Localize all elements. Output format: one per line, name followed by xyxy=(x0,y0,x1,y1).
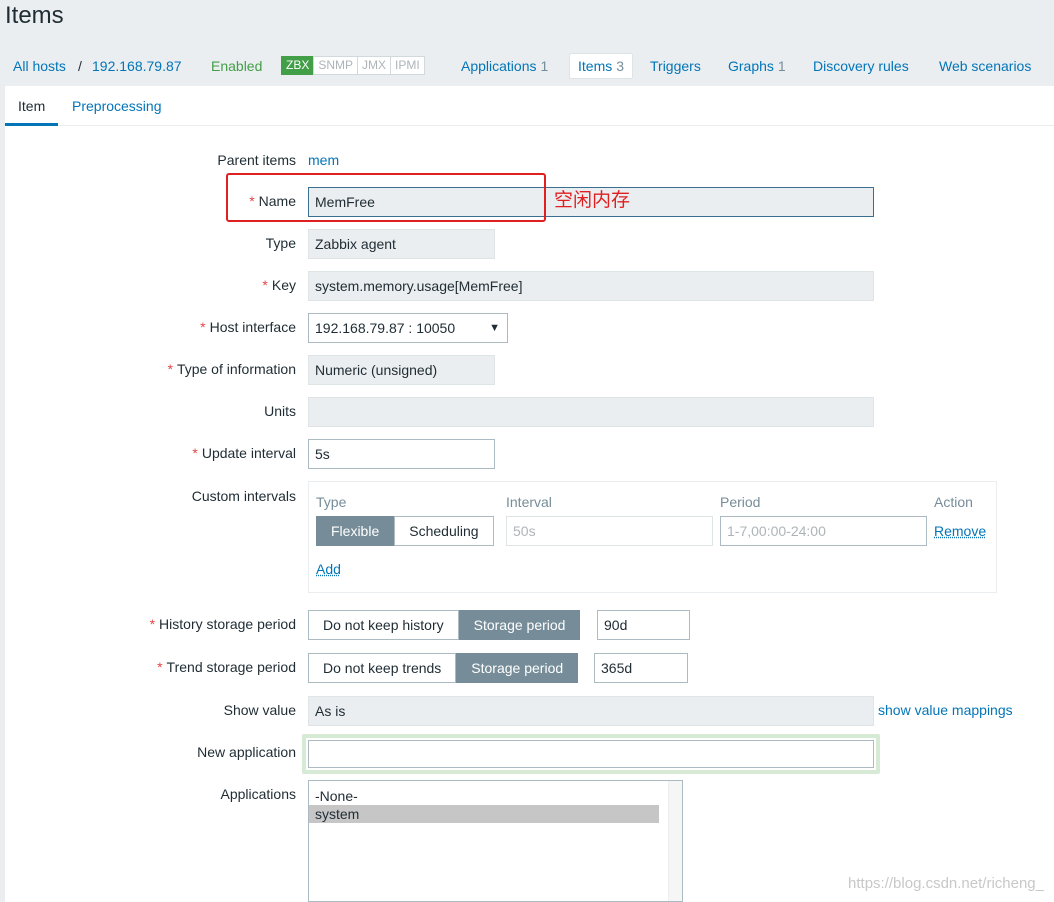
application-option-system[interactable]: system xyxy=(309,805,659,823)
host-interface-label: * Host interface xyxy=(200,319,296,335)
jmx-badge: JMX xyxy=(357,56,392,75)
required-mark: * xyxy=(167,361,173,377)
new-application-focus-ring xyxy=(302,734,880,774)
do-not-keep-trends-option[interactable]: Do not keep trends xyxy=(308,653,457,683)
host-link[interactable]: 192.168.79.87 xyxy=(92,50,182,82)
nav-items-label[interactable]: Items xyxy=(578,58,612,74)
period-input[interactable]: 1-7,00:00-24:00 xyxy=(720,516,927,546)
interval-input[interactable]: 50s xyxy=(506,516,713,546)
key-label-text: Key xyxy=(271,277,296,293)
show-value-select[interactable]: As is xyxy=(308,696,874,726)
zbx-badge: ZBX xyxy=(281,56,315,75)
show-value-mappings-link[interactable]: show value mappings xyxy=(878,702,1013,718)
nav-applications-label[interactable]: Applications xyxy=(461,58,537,74)
chevron-down-icon: ▼ xyxy=(489,322,500,334)
parent-item-link[interactable]: mem xyxy=(308,152,339,168)
required-mark: * xyxy=(200,319,206,335)
nav-web-scenarios[interactable]: Web scenarios xyxy=(939,50,1031,82)
trend-period-input[interactable]: 365d xyxy=(594,653,688,683)
add-interval-link[interactable]: Add xyxy=(316,561,341,577)
type-label: Type xyxy=(265,235,296,251)
applications-listbox[interactable]: -None- system xyxy=(308,780,683,902)
availability-badges: ZBX SNMP JMX IPMI xyxy=(281,56,425,75)
host-interface-select[interactable]: 192.168.79.87 : 10050 ▼ xyxy=(308,313,508,343)
all-hosts-link[interactable]: All hosts xyxy=(13,50,66,82)
tab-preprocessing[interactable]: Preprocessing xyxy=(59,86,175,126)
nav-items-count: 3 xyxy=(616,58,625,74)
required-mark: * xyxy=(192,445,198,461)
show-value-label: Show value xyxy=(223,702,296,718)
trend-storage-label: * Trend storage period xyxy=(157,659,296,675)
nav-graphs-count: 1 xyxy=(777,58,786,74)
update-interval-label-text: Update interval xyxy=(201,445,296,461)
ipmi-badge: IPMI xyxy=(390,56,425,75)
scheduling-option[interactable]: Scheduling xyxy=(394,516,494,546)
nav-graphs-label[interactable]: Graphs xyxy=(728,58,774,74)
key-label: * Key xyxy=(262,277,296,293)
snmp-badge: SNMP xyxy=(313,56,359,75)
update-interval-input[interactable]: 5s xyxy=(308,439,495,469)
annotation-text: 空闲内存 xyxy=(554,189,631,211)
custom-intervals-col-type: Type xyxy=(316,494,347,510)
nav-triggers[interactable]: Triggers xyxy=(650,50,701,82)
application-option-none[interactable]: -None- xyxy=(309,787,659,805)
host-interface-value: 192.168.79.87 : 10050 xyxy=(315,320,456,336)
history-storage-label-text: History storage period xyxy=(159,616,296,632)
units-input[interactable] xyxy=(308,397,874,427)
host-navigation: All hosts / 192.168.79.87 Enabled ZBX SN… xyxy=(0,50,1054,82)
page-title: Items xyxy=(5,2,64,29)
update-interval-label: * Update interval xyxy=(192,445,296,461)
history-storage-period-option[interactable]: Storage period xyxy=(458,610,581,640)
key-input[interactable]: system.memory.usage[MemFree] xyxy=(308,271,874,301)
nav-applications[interactable]: Applications 1 xyxy=(461,50,548,82)
custom-intervals-label: Custom intervals xyxy=(191,488,296,504)
history-storage-toggle: Do not keep history Storage period xyxy=(308,610,581,640)
nav-applications-count: 1 xyxy=(540,58,549,74)
required-mark: * xyxy=(157,659,163,675)
trend-storage-label-text: Trend storage period xyxy=(166,659,296,675)
applications-label: Applications xyxy=(220,786,297,802)
nav-graphs[interactable]: Graphs 1 xyxy=(728,50,786,82)
form-tabs: Item Preprocessing xyxy=(5,86,1054,126)
new-application-input[interactable] xyxy=(308,740,874,768)
units-label: Units xyxy=(264,403,296,419)
flexible-option[interactable]: Flexible xyxy=(316,516,395,546)
custom-intervals-col-period: Period xyxy=(720,494,761,510)
required-mark: * xyxy=(262,277,268,293)
nav-items[interactable]: Items 3 xyxy=(569,53,634,79)
host-status-enabled[interactable]: Enabled xyxy=(211,50,262,82)
history-period-input[interactable]: 90d xyxy=(597,610,690,640)
breadcrumb-separator: / xyxy=(78,58,82,74)
interval-type-toggle: Flexible Scheduling xyxy=(316,516,494,546)
remove-interval-link[interactable]: Remove xyxy=(934,523,986,539)
trend-storage-toggle: Do not keep trends Storage period xyxy=(308,653,579,683)
trend-storage-period-option[interactable]: Storage period xyxy=(456,653,579,683)
type-of-information-label-text: Type of information xyxy=(176,361,296,377)
watermark: https://blog.csdn.net/richeng_ xyxy=(848,875,1044,892)
applications-scrollbar[interactable] xyxy=(668,781,682,901)
custom-intervals-col-interval: Interval xyxy=(506,494,552,510)
nav-discovery-rules[interactable]: Discovery rules xyxy=(813,50,909,82)
type-of-information-select[interactable]: Numeric (unsigned) xyxy=(308,355,495,385)
tab-item[interactable]: Item xyxy=(5,86,59,126)
required-mark: * xyxy=(149,616,156,632)
parent-items-label: Parent items xyxy=(217,152,296,168)
custom-intervals-col-action: Action xyxy=(934,494,973,510)
annotation-highlight-box xyxy=(226,173,546,222)
item-form-panel: Item Preprocessing Parent items mem * Nam… xyxy=(5,86,1054,902)
type-of-information-label: * Type of information xyxy=(167,361,296,377)
do-not-keep-history-option[interactable]: Do not keep history xyxy=(308,610,459,640)
type-select[interactable]: Zabbix agent xyxy=(308,229,495,259)
history-storage-label: * History storage period xyxy=(150,616,296,632)
host-interface-label-text: Host interface xyxy=(209,319,296,335)
new-application-label: New application xyxy=(197,744,296,760)
custom-intervals-table: Type Interval Period Action Flexible Sch… xyxy=(308,481,997,593)
